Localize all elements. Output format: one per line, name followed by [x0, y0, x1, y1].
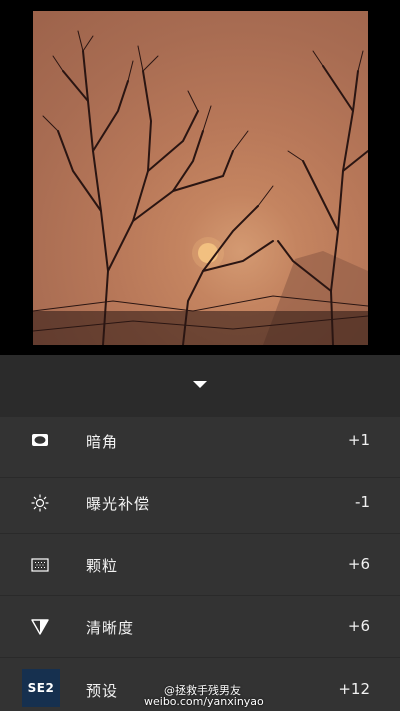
app-screen: 暗角 +1 曝光补偿 -1 颗粒 +6 清晰度 +6 SE2 预设 +12 @拯…	[0, 0, 400, 711]
adjustment-value: +6	[347, 617, 370, 635]
photo-preview[interactable]	[33, 11, 368, 345]
adjustment-label: 暗角	[86, 433, 119, 451]
photo-preview-area	[0, 0, 400, 355]
adjustment-value: +6	[347, 555, 370, 573]
grain-icon	[25, 550, 55, 580]
adjustment-row-sharpness[interactable]: 清晰度 +6	[0, 596, 400, 658]
exposure-icon	[25, 488, 55, 518]
adjustment-label: 清晰度	[86, 619, 135, 637]
adjustment-row-exposure[interactable]: 曝光补偿 -1	[0, 472, 400, 534]
chevron-down-icon[interactable]	[193, 381, 207, 388]
sharpness-icon	[25, 612, 55, 642]
adjustment-row-vignette[interactable]: 暗角 +1	[0, 417, 400, 478]
watermark-url: weibo.com/yanxinyao	[144, 695, 264, 708]
preset-badge: SE2	[22, 669, 60, 707]
adjustment-value: +1	[347, 431, 370, 449]
adjustment-label: 颗粒	[86, 557, 119, 575]
adjustment-list: 暗角 +1 曝光补偿 -1 颗粒 +6 清晰度 +6 SE2 预设 +12	[0, 417, 400, 711]
adjustment-value: +12	[338, 680, 370, 698]
vignette-icon	[25, 425, 55, 455]
sunset-tree-silhouette	[33, 30, 368, 345]
adjustment-value: -1	[355, 493, 370, 511]
adjustment-label: 预设	[86, 682, 119, 700]
adjustment-label: 曝光补偿	[86, 495, 151, 513]
adjustment-row-grain[interactable]: 颗粒 +6	[0, 534, 400, 596]
